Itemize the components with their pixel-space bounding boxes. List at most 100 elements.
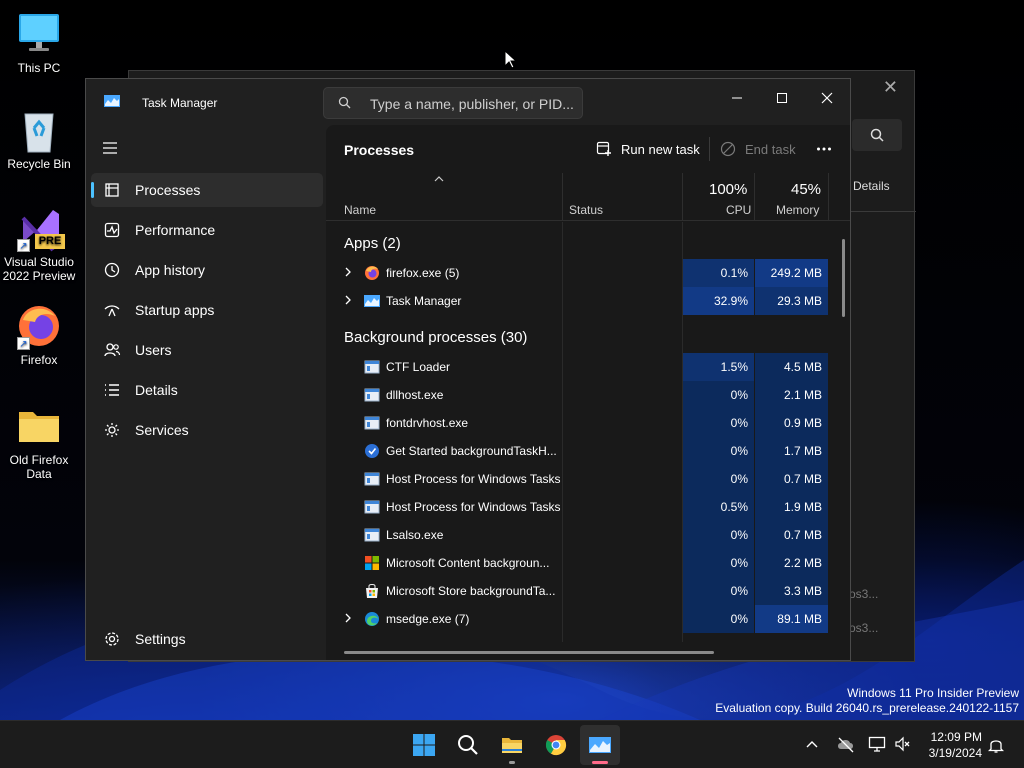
nav-item-services[interactable]: Services <box>91 413 323 447</box>
task-manager-icon <box>364 295 380 307</box>
folder-icon <box>15 402 63 450</box>
vertical-scrollbar[interactable] <box>842 239 845 317</box>
search-icon <box>458 735 478 755</box>
run-new-task-button[interactable]: Run new task <box>596 139 700 159</box>
table-row[interactable]: Host Process for Windows Tasks 0.5% 1.9 … <box>326 493 850 521</box>
hamburger-menu-icon[interactable] <box>102 141 118 155</box>
end-task-button[interactable]: End task <box>720 139 796 159</box>
table-row[interactable]: Microsoft Store backgroundTa... 0% 3.3 M… <box>326 577 850 605</box>
process-cpu: 0% <box>683 409 754 437</box>
desktop-icon-recycle-bin[interactable]: Recycle Bin <box>0 106 78 171</box>
chrome-taskbar-button[interactable] <box>536 725 576 765</box>
task-manager-app-icon <box>104 95 120 107</box>
watermark-line: Evaluation copy. Build 26040.rs_prerelea… <box>715 701 1019 715</box>
desktop-icon-old-firefox-data[interactable]: Old Firefox Data <box>0 402 78 481</box>
chevron-up-icon[interactable] <box>806 739 818 749</box>
table-row[interactable]: firefox.exe (5) 0.1% 249.2 MB <box>326 259 850 287</box>
table-row[interactable]: Get Started backgroundTaskH... 0% 1.7 MB <box>326 437 850 465</box>
firefox-icon <box>365 266 379 280</box>
chevron-right-icon[interactable] <box>344 295 352 305</box>
maximize-button[interactable] <box>759 83 805 113</box>
users-icon <box>104 343 121 357</box>
task-manager-icon <box>589 737 611 753</box>
table-row[interactable]: dllhost.exe 0% 2.1 MB <box>326 381 850 409</box>
process-name: msedge.exe (7) <box>386 612 470 626</box>
clock-time: 12:09 PM <box>930 730 982 744</box>
horizontal-scrollbar[interactable] <box>344 651 714 654</box>
windows-start-icon <box>413 734 435 756</box>
evaluation-watermark: Windows 11 Pro Insider Preview Evaluatio… <box>715 686 1019 716</box>
header-divider <box>849 211 916 212</box>
table-row[interactable]: Task Manager 32.9% 29.3 MB <box>326 287 850 315</box>
mouse-cursor-icon <box>504 50 518 69</box>
nav-item-details[interactable]: Details <box>91 373 323 407</box>
chevron-right-icon[interactable] <box>344 267 352 277</box>
column-header-status[interactable]: Status <box>569 203 603 217</box>
task-manager-taskbar-button[interactable] <box>580 725 620 765</box>
file-explorer-taskbar-button[interactable] <box>492 725 532 765</box>
search-button[interactable] <box>852 119 902 151</box>
table-row[interactable]: Microsoft Content backgroun... 0% 2.2 MB <box>326 549 850 577</box>
more-options-button[interactable] <box>816 139 832 159</box>
volume-muted-icon[interactable] <box>894 735 912 753</box>
nav-label: Services <box>135 422 189 438</box>
column-header-memory[interactable]: Memory <box>776 203 819 217</box>
tab-details[interactable]: Details <box>853 179 890 193</box>
system-clock[interactable]: 12:09 PM 3/19/2024 <box>920 729 982 761</box>
process-name: Lsalso.exe <box>386 528 444 542</box>
background-row-text: os3... <box>849 621 879 635</box>
search-taskbar-button[interactable] <box>448 725 488 765</box>
minimize-button[interactable] <box>714 83 760 113</box>
table-row[interactable]: CTF Loader 1.5% 4.5 MB <box>326 353 850 381</box>
desktop-icon-firefox[interactable]: ↗ Firefox <box>0 302 78 367</box>
gear-icon <box>105 632 119 646</box>
nav-label: App history <box>135 262 206 278</box>
desktop-icon-this-pc[interactable]: This PC <box>0 10 78 75</box>
process-memory: 1.9 MB <box>755 493 828 521</box>
search-icon <box>870 128 884 142</box>
cloud-offline-icon[interactable] <box>836 735 856 753</box>
search-input[interactable]: Type a name, publisher, or PID... <box>323 87 583 119</box>
memory-total-percent: 45% <box>791 181 822 198</box>
start-button[interactable] <box>404 725 444 765</box>
recycle-bin-icon <box>15 106 63 154</box>
process-cpu: 0.1% <box>683 259 754 287</box>
task-manager-window[interactable]: Task Manager Type a name, publisher, or … <box>85 78 851 661</box>
details-icon <box>105 384 119 396</box>
nav-item-settings[interactable]: Settings <box>91 622 323 656</box>
process-name: Get Started backgroundTaskH... <box>386 444 557 458</box>
nav-item-startup-apps[interactable]: Startup apps <box>91 293 323 327</box>
table-row[interactable]: fontdrvhost.exe 0% 0.9 MB <box>326 409 850 437</box>
page-title: Processes <box>344 142 415 158</box>
chevron-right-icon[interactable] <box>344 613 352 623</box>
nav-label: Users <box>135 342 172 358</box>
close-icon[interactable]: ✕ <box>883 77 898 98</box>
process-cpu: 0% <box>683 437 754 465</box>
column-header-cpu[interactable]: CPU <box>726 203 751 217</box>
table-row[interactable]: msedge.exe (7) 0% 89.1 MB <box>326 605 850 633</box>
column-header-name[interactable]: Name <box>344 203 376 217</box>
title-bar[interactable]: Task Manager Type a name, publisher, or … <box>86 79 850 125</box>
running-indicator <box>509 761 515 764</box>
nav-label: Processes <box>135 182 201 198</box>
network-icon[interactable] <box>868 735 886 753</box>
more-icon <box>817 147 831 151</box>
nav-item-app-history[interactable]: App history <box>91 253 323 287</box>
sort-ascending-icon <box>434 176 444 182</box>
notification-bell-icon[interactable] <box>988 736 1004 754</box>
desktop-icon-visual-studio[interactable]: PRE ↗ Visual Studio 2022 Preview <box>0 204 78 283</box>
close-button[interactable] <box>804 83 850 113</box>
desktop-icon-label: Firefox <box>20 353 58 367</box>
nav-item-processes[interactable]: Processes <box>91 173 323 207</box>
nav-item-performance[interactable]: Performance <box>91 213 323 247</box>
table-row[interactable]: Lsalso.exe 0% 0.7 MB <box>326 521 850 549</box>
processes-page: Processes Run new task End task Name Sta… <box>326 125 850 660</box>
process-name: Host Process for Windows Tasks <box>386 472 561 486</box>
nav-label: Settings <box>135 631 186 647</box>
table-row[interactable]: Host Process for Windows Tasks 0% 0.7 MB <box>326 465 850 493</box>
process-name: Task Manager <box>386 294 462 308</box>
group-header-background-processes: Background processes (30) <box>344 329 528 346</box>
process-cpu: 1.5% <box>683 353 754 381</box>
process-list: Apps (2) firefox.exe (5) 0.1% 249.2 MB T… <box>326 222 850 642</box>
nav-item-users[interactable]: Users <box>91 333 323 367</box>
